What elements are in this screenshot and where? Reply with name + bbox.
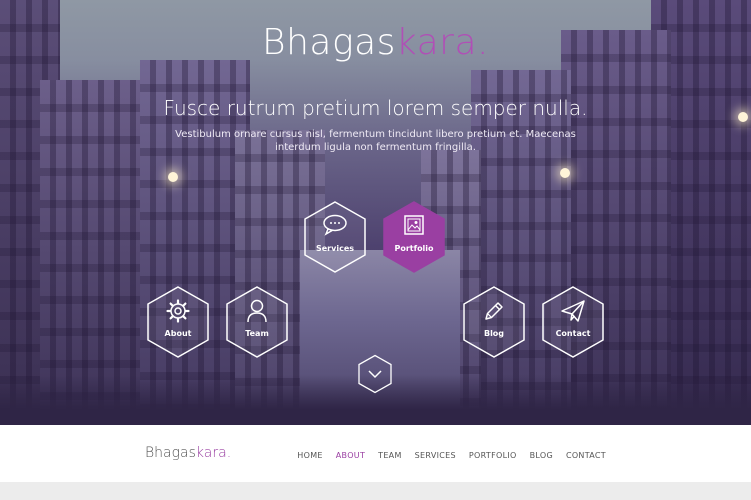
scroll-down-button[interactable] bbox=[357, 354, 393, 394]
hero-logo: Bhagaskara. bbox=[262, 22, 489, 63]
background-building bbox=[561, 30, 671, 425]
nav-blog[interactable]: BLOG bbox=[530, 451, 553, 460]
tile-label: Blog bbox=[483, 329, 505, 338]
tile-services[interactable]: Services bbox=[302, 200, 368, 274]
nav-services[interactable]: SERVICES bbox=[415, 451, 456, 460]
tile-label: Portfolio bbox=[394, 244, 434, 253]
tile-blog[interactable]: Blog bbox=[461, 285, 527, 359]
nav-home[interactable]: HOME bbox=[297, 451, 322, 460]
tile-team[interactable]: Team bbox=[224, 285, 290, 359]
tile-portfolio[interactable]: Portfolio bbox=[381, 200, 447, 274]
tile-label: About bbox=[164, 329, 192, 338]
tile-label: Services bbox=[315, 244, 355, 253]
speech-bubble-icon bbox=[302, 214, 368, 240]
nav-contact[interactable]: CONTACT bbox=[566, 451, 606, 460]
nav-portfolio[interactable]: PORTFOLIO bbox=[469, 451, 517, 460]
hero-section: Bhagaskara. Fusce rutrum pretium lorem s… bbox=[0, 0, 751, 425]
gear-icon bbox=[145, 299, 211, 327]
street-light bbox=[560, 168, 570, 178]
person-icon bbox=[224, 299, 290, 327]
navbar-logo[interactable]: Bhagaskara. bbox=[145, 445, 231, 461]
nav-menu: HOME ABOUT TEAM SERVICES PORTFOLIO BLOG … bbox=[297, 451, 606, 460]
tile-label: Contact bbox=[555, 329, 591, 338]
page-content-strip bbox=[0, 482, 751, 500]
tile-contact[interactable]: Contact bbox=[540, 285, 606, 359]
picture-icon bbox=[381, 214, 447, 240]
paper-plane-icon bbox=[540, 299, 606, 327]
tile-about[interactable]: About bbox=[145, 285, 211, 359]
hero-headline: Fusce rutrum pretium lorem semper nulla. bbox=[163, 96, 588, 120]
street-light bbox=[168, 172, 178, 182]
hero-subtext: Vestibulum ornare cursus nisl, fermentum… bbox=[175, 129, 576, 153]
chevron-down-icon bbox=[358, 354, 392, 394]
nav-about[interactable]: ABOUT bbox=[336, 451, 365, 460]
tile-label: Team bbox=[245, 329, 269, 338]
nav-team[interactable]: TEAM bbox=[378, 451, 402, 460]
background-building bbox=[471, 70, 571, 425]
pencil-icon bbox=[461, 299, 527, 327]
main-navbar: Bhagaskara. HOME ABOUT TEAM SERVICES POR… bbox=[0, 425, 751, 482]
